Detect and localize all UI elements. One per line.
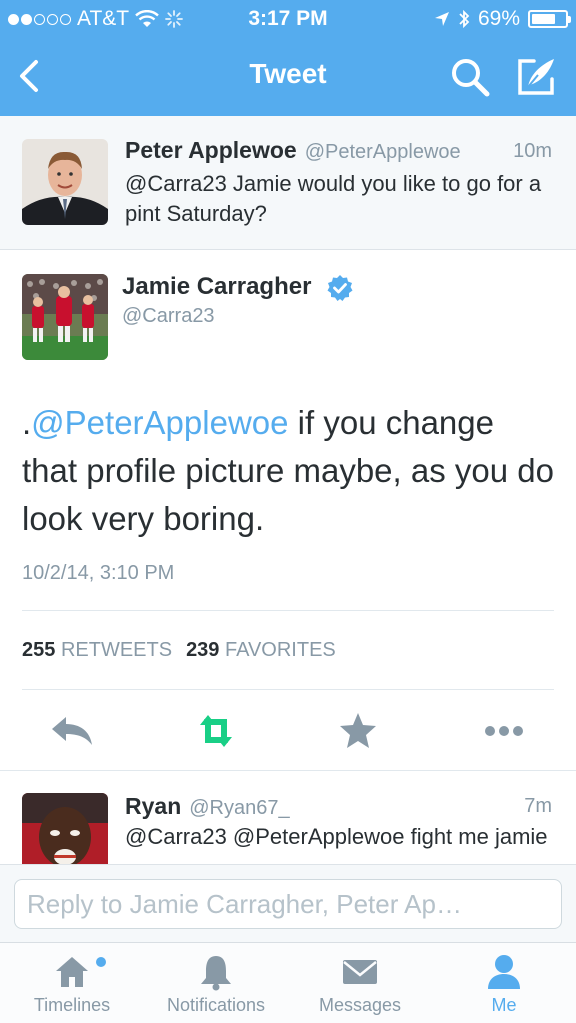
author-name[interactable]: Ryan <box>125 793 181 820</box>
tab-bar: Timelines Notifications Messages Me <box>0 942 576 1023</box>
avatar[interactable] <box>22 274 108 360</box>
main-tweet: Jamie Carragher @Carra23 .@PeterApplewoe… <box>0 251 576 769</box>
author-handle[interactable]: @Ryan67_ <box>189 797 289 820</box>
retweets-label: RETWEETS <box>60 639 173 661</box>
search-icon[interactable] <box>448 55 492 99</box>
home-icon <box>56 957 88 987</box>
author-handle[interactable]: @Carra23 <box>122 305 215 328</box>
author-line: Peter Applewoe @PeterApplewoe <box>125 137 461 164</box>
author-name[interactable]: Jamie Carragher <box>122 273 311 301</box>
reply-icon[interactable] <box>48 711 96 751</box>
compose-icon[interactable] <box>514 55 558 99</box>
nav-bar: Tweet <box>0 38 576 116</box>
author-handle[interactable]: @PeterApplewoe <box>305 141 461 164</box>
reply-tweet[interactable]: Ryan @Ryan67_ 7m @Carra23 @PeterApplewoe… <box>0 770 576 864</box>
top-bar: AT&T 3:17 PM 69% Tweet <box>0 0 576 116</box>
favorites-label: FAVORITES <box>225 639 336 661</box>
tab-messages[interactable]: Messages <box>288 943 432 1023</box>
favorites-count: 239 <box>186 639 220 661</box>
reply-composer <box>0 864 576 942</box>
tweet-actions <box>0 701 576 761</box>
battery-icon <box>528 10 571 28</box>
status-bar: AT&T 3:17 PM 69% <box>0 0 576 38</box>
context-tweet[interactable]: Peter Applewoe @PeterApplewoe 10m @Carra… <box>0 116 576 250</box>
location-arrow-icon <box>434 12 449 26</box>
divider <box>22 610 554 611</box>
status-right: 69% <box>434 7 571 31</box>
more-icon[interactable] <box>480 711 528 751</box>
back-chevron-icon[interactable] <box>10 56 50 96</box>
retweets-count: 255 <box>22 639 56 661</box>
bell-icon <box>201 956 231 991</box>
author-name[interactable]: Peter Applewoe <box>125 137 297 164</box>
tweet-time: 7m <box>524 795 552 817</box>
tab-label: Me <box>491 995 517 1015</box>
tab-timelines[interactable]: Timelines <box>0 943 144 1023</box>
bluetooth-icon <box>459 9 470 29</box>
tweet-stats: 255 RETWEETS 239 FAVORITES <box>22 639 336 662</box>
tweet-timestamp: 10/2/14, 3:10 PM <box>22 562 175 584</box>
favorite-icon[interactable] <box>334 711 382 751</box>
avatar[interactable] <box>22 139 108 225</box>
tweet-text: .@PeterApplewoe if you change that profi… <box>22 399 554 543</box>
tweet-text: @Carra23 Jamie would you like to go for … <box>125 171 542 226</box>
mention-link[interactable]: @PeterApplewoe <box>31 404 288 441</box>
verified-badge-icon <box>327 275 353 301</box>
favorites-stat[interactable]: 239 FAVORITES <box>186 639 336 662</box>
divider <box>22 689 554 690</box>
tab-me[interactable]: Me <box>432 943 576 1023</box>
envelope-icon <box>343 960 377 984</box>
tab-label: Messages <box>318 995 402 1015</box>
retweets-stat[interactable]: 255 RETWEETS <box>22 639 172 662</box>
retweet-icon[interactable] <box>192 711 240 751</box>
tweet-text: @Carra23 @PeterApplewoe fight me jamie <box>125 824 548 849</box>
tweet-time: 10m <box>513 140 552 162</box>
tweet-text-prefix: . <box>22 404 32 441</box>
battery-percent: 69% <box>477 7 520 30</box>
tab-label: Notifications <box>166 995 266 1015</box>
new-content-dot <box>96 957 106 967</box>
tab-label: Timelines <box>33 995 111 1015</box>
person-icon <box>488 955 520 989</box>
tab-notifications[interactable]: Notifications <box>144 943 288 1023</box>
reply-input[interactable] <box>14 879 562 929</box>
avatar[interactable] <box>22 793 108 864</box>
author-line: Ryan @Ryan67_ <box>125 793 290 820</box>
